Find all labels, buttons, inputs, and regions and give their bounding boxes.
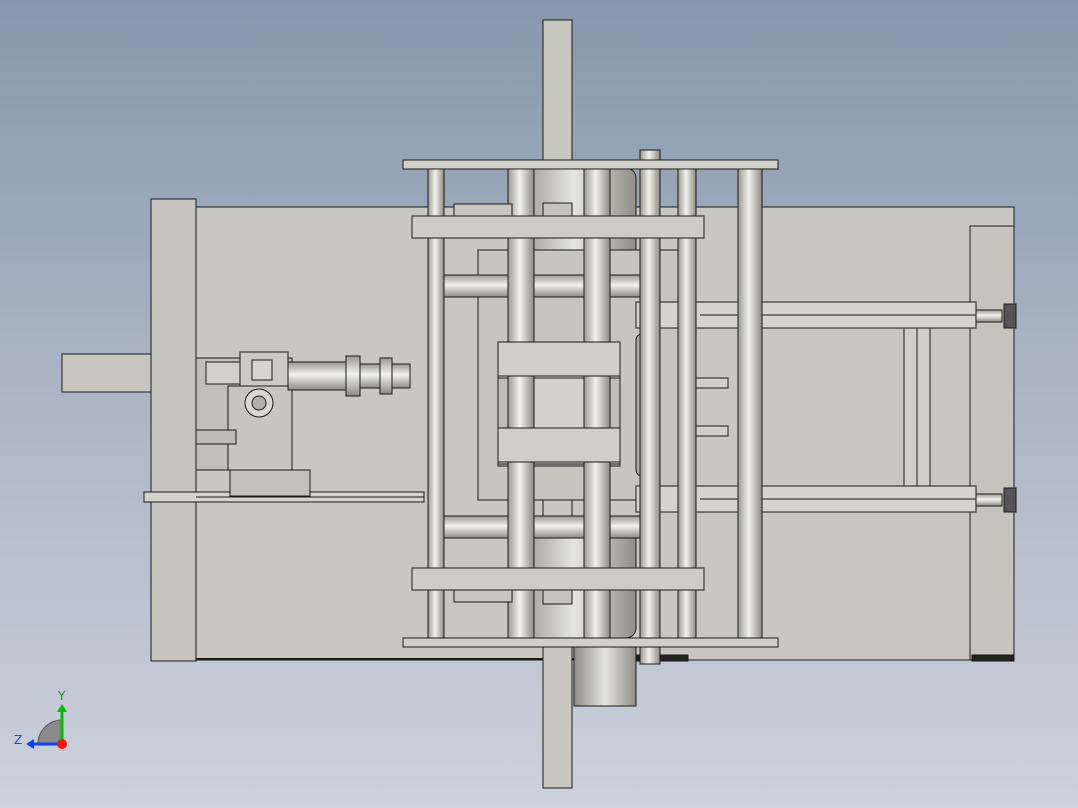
bottom-cross-plate: [402, 637, 779, 648]
lower-horizontal-tie-rod: [443, 515, 661, 539]
guide-rod-6: [737, 167, 763, 639]
machine-top-view-model[interactable]: Y Z: [0, 0, 1078, 808]
upper-clamp-plate: [411, 215, 705, 239]
coordinate-triad: Y Z: [14, 689, 67, 749]
triad-x-axis-dot: [57, 739, 67, 749]
bottom-motor: [573, 645, 637, 707]
triad-rotation-arc-icon: [37, 719, 63, 745]
base-bottom-foot-right: [971, 654, 1015, 662]
base-plate-right-panel: [969, 225, 1015, 661]
lower-clamp-plate: [411, 567, 705, 591]
upper-center-block: [497, 341, 621, 377]
triad-y-label: Y: [57, 689, 66, 703]
top-cross-plate: [402, 159, 779, 170]
upper-horizontal-tie-rod: [443, 274, 661, 298]
lower-center-block: [497, 427, 621, 463]
cad-graphics-viewport[interactable]: Y Z: [0, 0, 1078, 808]
model-geometry: [61, 19, 1017, 789]
spindle-assembly: [287, 355, 411, 397]
left-shaft: [61, 353, 152, 393]
triad-z-label: Z: [14, 733, 22, 747]
left-end-plate: [150, 198, 197, 662]
